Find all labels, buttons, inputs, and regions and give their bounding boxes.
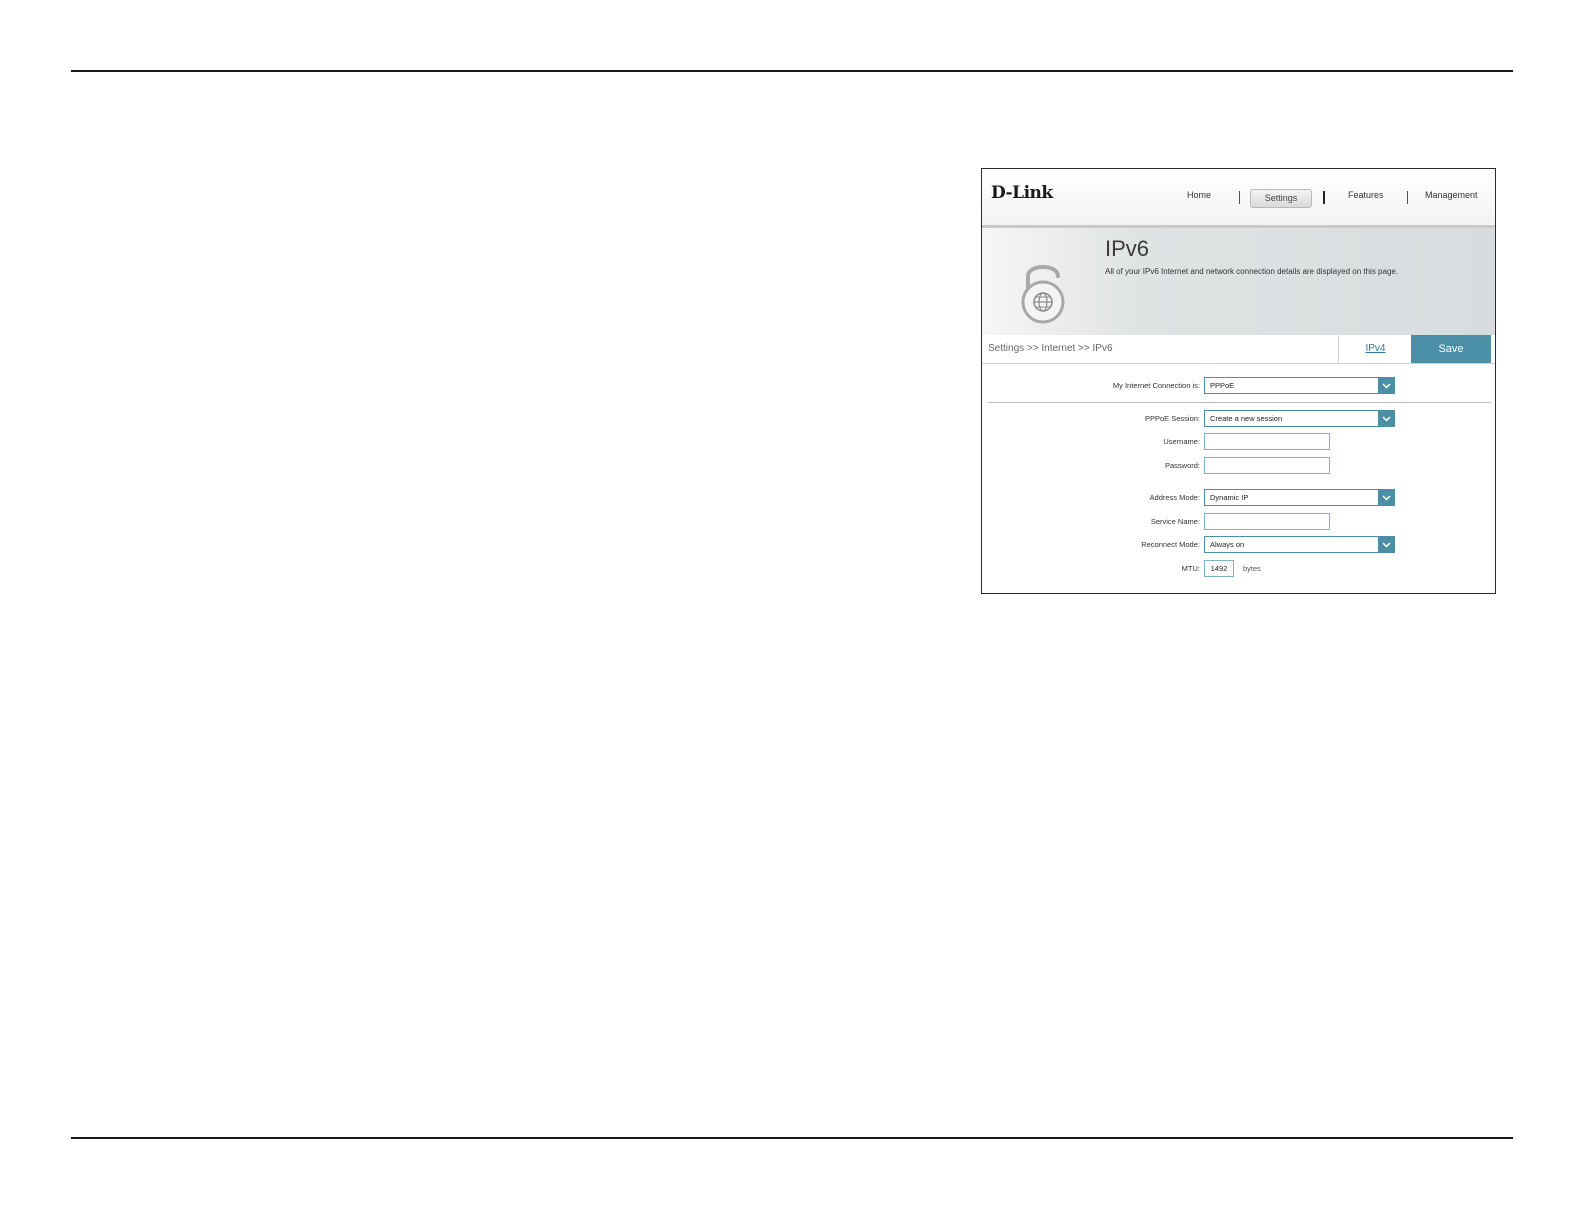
reconnect-mode-select[interactable]: Always on xyxy=(1204,536,1395,553)
page-title: IPv6 xyxy=(1105,236,1150,261)
router-screenshot: D-Link Home Settings Features Management… xyxy=(981,168,1496,594)
mtu-unit: bytes xyxy=(1243,564,1261,573)
password-input[interactable] xyxy=(1204,457,1330,474)
nav-settings[interactable]: Settings xyxy=(1250,189,1312,208)
page-top-rule xyxy=(71,70,1513,72)
nav-home[interactable]: Home xyxy=(1187,190,1211,200)
address-mode-label: Address Mode: xyxy=(1149,493,1200,502)
session-value: Create a new session xyxy=(1210,414,1283,423)
session-select[interactable]: Create a new session xyxy=(1204,410,1395,427)
save-button[interactable]: Save xyxy=(1411,335,1491,363)
mtu-label: MTU: xyxy=(1181,564,1200,573)
chevron-down-icon[interactable] xyxy=(1378,536,1395,553)
dlink-logo: D-Link xyxy=(991,183,1053,203)
header: D-Link Home Settings Features Management xyxy=(982,169,1495,228)
breadcrumb-bar: Settings >> Internet >> IPv6 IPv4 Save xyxy=(982,335,1495,364)
address-mode-value: Dynamic IP xyxy=(1210,493,1249,502)
chevron-down-icon[interactable] xyxy=(1378,410,1395,427)
ipv4-link[interactable]: IPv4 xyxy=(1338,335,1412,363)
nav-separator xyxy=(1407,191,1408,204)
nav-separator xyxy=(1323,191,1325,204)
nav-management[interactable]: Management xyxy=(1425,190,1478,200)
username-label: Username: xyxy=(1163,437,1200,446)
address-mode-select[interactable]: Dynamic IP xyxy=(1204,489,1395,506)
connection-value: PPPoE xyxy=(1210,381,1235,390)
page-description: All of your IPv6 Internet and network co… xyxy=(1105,267,1399,276)
nav-features[interactable]: Features xyxy=(1348,190,1384,200)
breadcrumb: Settings >> Internet >> IPv6 xyxy=(988,343,1113,354)
service-name-input[interactable] xyxy=(1204,513,1330,530)
ipv6-lock-globe-icon xyxy=(1021,265,1065,324)
section-divider xyxy=(988,402,1491,403)
reconnect-mode-value: Always on xyxy=(1210,540,1245,549)
nav-separator xyxy=(1239,191,1240,204)
connection-select[interactable]: PPPoE xyxy=(1204,377,1395,394)
password-label: Password: xyxy=(1164,461,1200,470)
chevron-down-icon[interactable] xyxy=(1378,489,1395,506)
service-name-label: Service Name: xyxy=(1150,517,1200,526)
page-bottom-rule xyxy=(71,1137,1513,1139)
mtu-input[interactable]: 1492 xyxy=(1204,560,1234,577)
connection-label: My Internet Connection is: xyxy=(1112,381,1200,390)
chevron-down-icon[interactable] xyxy=(1378,377,1395,394)
page-banner: IPv6 All of your IPv6 Internet and netwo… xyxy=(982,228,1495,335)
username-input[interactable] xyxy=(1204,433,1330,450)
reconnect-mode-label: Reconnect Mode: xyxy=(1141,540,1200,549)
session-label: PPPoE Session: xyxy=(1144,414,1200,423)
